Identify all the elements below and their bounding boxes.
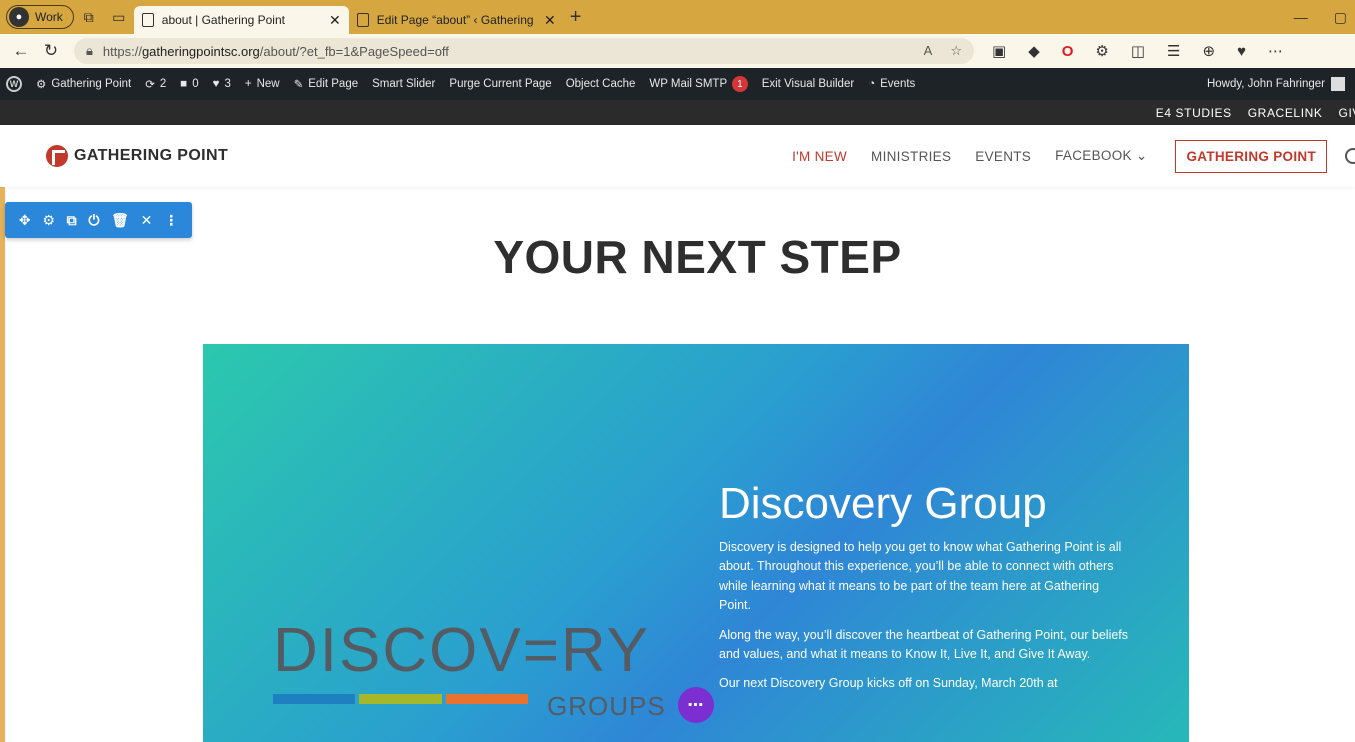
plus-icon: + [244,78,252,90]
nav-e4-studies[interactable]: E4 STUDIES [1156,106,1232,120]
site-logo[interactable]: GATHERING POINT [46,145,228,167]
extensions-area: ▣ ◆ O ⚙ ◫ ☰ ⊕ ♥ ⋯ [992,42,1283,61]
notification-badge: 1 [732,76,748,92]
site-name-link[interactable]: ⚙ Gathering Point [36,77,131,91]
site-header: GATHERING POINT I'M NEW MINISTRIES EVENT… [0,125,1355,187]
address-bar[interactable]: 🔒︎ https://gatheringpointsc.org/about/?e… [74,38,974,64]
tab-edit-page[interactable]: Edit Page “about” ‹ Gathering Po ✕ [349,6,564,34]
tab-title: Edit Page “about” ‹ Gathering Po [376,13,537,27]
url-text: https://gatheringpointsc.org/about/?et_f… [102,43,449,59]
tab-actions-icon[interactable]: ▭ [104,4,134,30]
calendar-icon: ◔ [868,78,876,90]
logo-mark-icon [46,145,68,167]
updates-link[interactable]: ⟳ 2 [145,77,166,91]
nav-gracelink[interactable]: GRACELINK [1248,106,1323,120]
discovery-section: DISCOV=RY GROUPS Discovery Group Discove… [203,344,1189,742]
extension-icon[interactable]: ▣ [992,42,1006,60]
tab-about[interactable]: about | Gathering Point ✕ [133,6,349,34]
page-icon [141,13,154,27]
save-to-library-icon[interactable]: ⏻ [88,212,99,229]
nav-im-new[interactable]: I'M NEW [792,149,847,164]
discovery-paragraph: Our next Discovery Group kicks off on Su… [719,676,1058,691]
gathering-point-cta-button[interactable]: GATHERING POINT [1175,139,1327,173]
chevron-down-icon: ⌄ [1135,148,1148,163]
opera-extension-icon[interactable]: O [1062,43,1074,60]
wp-admin-bar: W ⚙ Gathering Point ⟳ 2 ■ 0 ♥ 3 + New ✎ … [0,68,1355,100]
updates-icon: ⟳ [145,79,155,91]
favorite-star-icon[interactable]: ☆ [950,43,962,59]
likes-link[interactable]: ♥ 3 [213,78,231,90]
restore-icon[interactable]: ▢ [1334,9,1347,26]
collections-icon[interactable]: ⊕ [1203,42,1216,60]
refresh-icon[interactable]: ↻ [36,41,66,61]
back-icon[interactable]: ← [6,41,36,61]
wordpress-logo-icon[interactable]: W [6,76,22,92]
profile-label: Work [35,10,63,24]
browser-tab-strip: ● Work ⧉ ▭ about | Gathering Point ✕ Edi… [0,0,1355,34]
read-aloud-icon[interactable]: A [924,43,933,59]
edit-page-link[interactable]: ✎ Edit Page [294,77,359,91]
page-title: YOUR NEXT STEP [493,231,902,283]
main-nav: I'M NEW MINISTRIES EVENTS FACEBOOK ⌄ GAT… [792,125,1355,187]
heart-icon: ♥ [212,78,220,90]
object-cache-link[interactable]: Object Cache [566,78,636,90]
more-options-icon[interactable]: ⋮ [164,212,178,229]
more-menu-icon[interactable]: ⋯ [1268,42,1283,60]
logo-text: GATHERING POINT [74,147,229,164]
exit-visual-builder-link[interactable]: Exit Visual Builder [762,78,854,90]
nav-facebook[interactable]: FACEBOOK ⌄ [1055,148,1147,164]
move-icon[interactable]: ✥ [19,212,31,229]
discovery-text-block: Discovery Group Discovery is designed to… [719,482,1129,704]
minimize-icon[interactable]: — [1294,9,1308,25]
new-content-link[interactable]: + New [245,78,280,90]
extensions-icon[interactable]: ⚙ [1095,42,1108,60]
comment-icon: ■ [180,78,188,90]
logo-word: DISCOV=RY [273,616,650,685]
discovery-paragraph: Discovery is designed to help you get to… [719,540,1122,613]
nav-ministries[interactable]: MINISTRIES [871,149,951,164]
discovery-title: Discovery Group [719,479,1047,528]
comments-link[interactable]: ■ 0 [180,78,198,90]
close-tab-icon[interactable]: ✕ [329,12,341,29]
smart-slider-link[interactable]: Smart Slider [372,78,435,90]
discovery-groups-logo: DISCOV=RY GROUPS [273,616,665,721]
logo-sub: GROUPS [547,691,666,721]
avatar [1331,77,1345,91]
settings-icon[interactable]: ⚙ [42,212,55,229]
performance-icon[interactable]: ♥ [1237,43,1246,60]
discovery-paragraph: Along the way, you’ll discover the heart… [719,627,1129,661]
nav-events[interactable]: EVENTS [975,149,1031,164]
wp-mail-smtp-link[interactable]: WP Mail SMTP 1 [649,76,748,92]
pencil-icon: ✎ [293,79,304,91]
lock-icon: 🔒︎ [86,43,93,58]
page-icon [356,13,369,27]
favorites-icon[interactable]: ☰ [1167,42,1180,60]
address-toolbar: ← ↻ 🔒︎ https://gatheringpointsc.org/abou… [0,34,1355,68]
duplicate-icon[interactable]: ⧉ [67,212,77,229]
account-menu[interactable]: Howdy, John Fahringer [1207,68,1345,100]
profile-avatar-icon: ● [9,7,29,27]
new-tab-button[interactable]: + [570,6,582,29]
window-controls: — ▢ [1294,0,1355,34]
workspaces-icon[interactable]: ⧉ [74,4,104,30]
tab-title: about | Gathering Point [161,13,285,27]
secondary-nav: E4 STUDIES GRACELINK GIV [0,100,1355,125]
extension-icon[interactable]: ◆ [1028,42,1040,60]
search-icon[interactable] [1345,148,1355,164]
split-screen-icon[interactable]: ◫ [1131,42,1145,60]
divi-more-options-button[interactable]: ⋯ [678,687,714,723]
purge-page-link[interactable]: Purge Current Page [449,78,551,90]
delete-icon[interactable]: 🗑︎ [111,212,129,229]
close-tab-icon[interactable]: ✕ [544,12,556,29]
nav-give[interactable]: GIV [1339,106,1355,120]
events-link[interactable]: ◔ Events [868,78,915,90]
dashboard-icon: ⚙ [36,79,47,91]
profile-button[interactable]: ● Work [6,5,74,29]
close-icon[interactable]: ✕ [141,212,153,229]
logo-color-bars [273,694,528,704]
